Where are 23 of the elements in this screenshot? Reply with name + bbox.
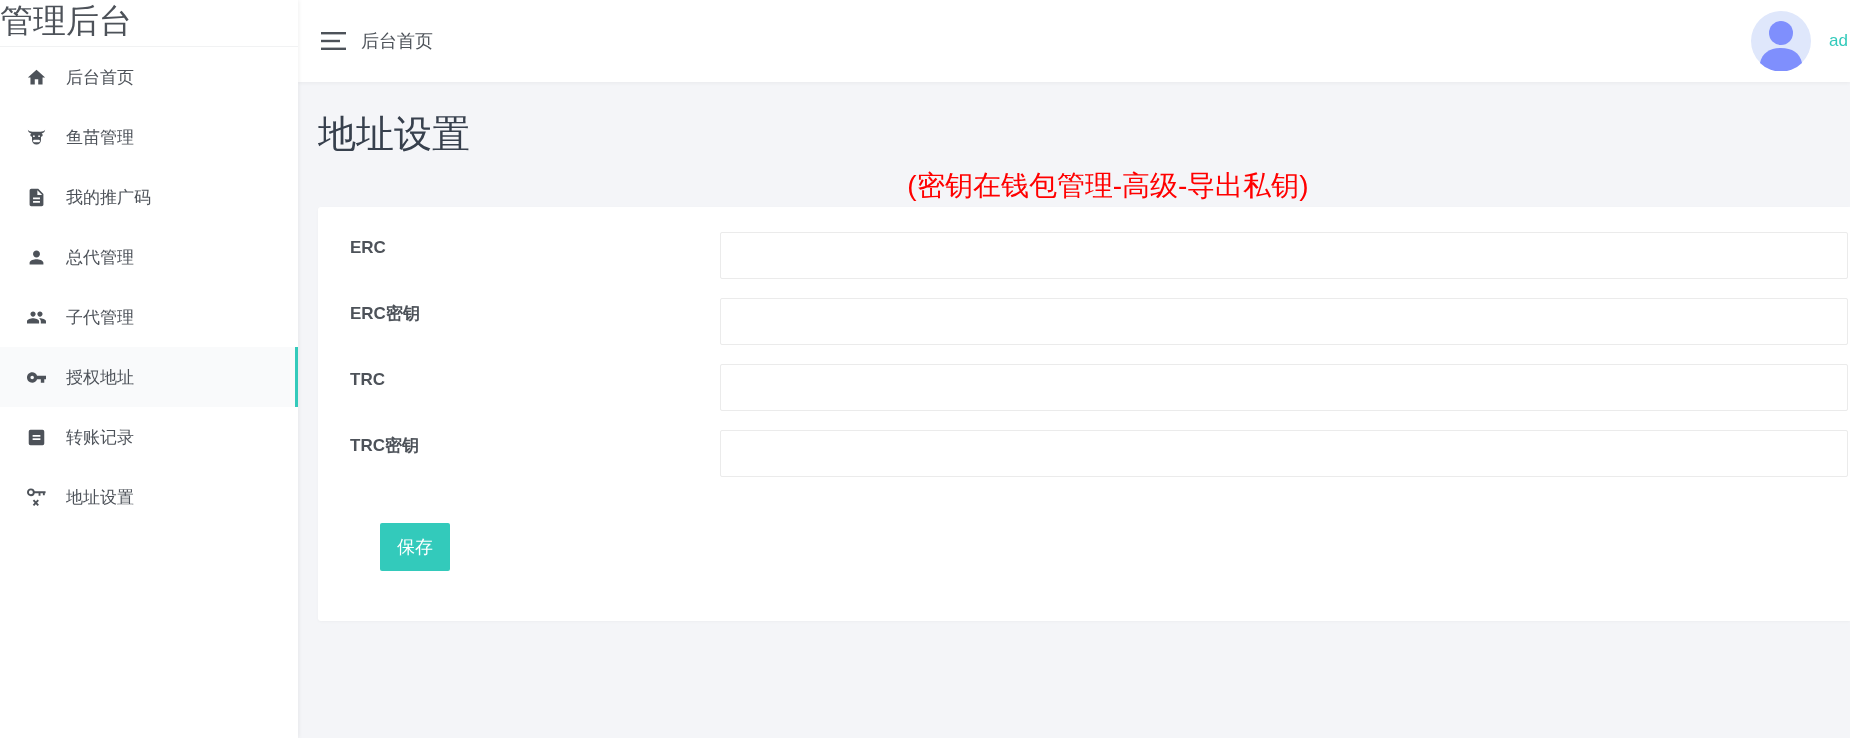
avatar-icon[interactable] [1751, 11, 1812, 71]
list-icon [27, 427, 46, 447]
sidebar-item[interactable]: 后台首页 [0, 47, 298, 107]
page-title: 地址设置 [318, 112, 470, 157]
sidebar-item[interactable]: 子代管理 [0, 287, 298, 347]
menu-icon [321, 32, 346, 50]
field-label: ERC密钥 [350, 303, 420, 325]
hint-text: (密钥在钱包管理-高级-导出私钥) [907, 170, 1309, 202]
sidebar-item[interactable]: 转账记录 [0, 407, 298, 467]
field-label: ERC [350, 237, 386, 259]
sidebar-item[interactable]: 总代管理 [0, 227, 298, 287]
sidebar-item[interactable]: 我的推广码 [0, 167, 298, 227]
breadcrumb-link[interactable]: 后台首页 [361, 29, 433, 53]
sidebar-item[interactable]: 鱼苗管理 [0, 107, 298, 167]
field-label: TRC密钥 [350, 435, 419, 457]
field-label: TRC [350, 369, 385, 391]
sidebar-item[interactable]: 授权地址 [0, 347, 298, 407]
sidebar-item[interactable]: 地址设置 [0, 467, 298, 527]
home-icon [27, 67, 46, 87]
menu-button[interactable] [321, 32, 346, 50]
document-icon [27, 187, 46, 207]
cow-head-icon [27, 127, 46, 147]
key-with-x-icon [27, 487, 46, 507]
